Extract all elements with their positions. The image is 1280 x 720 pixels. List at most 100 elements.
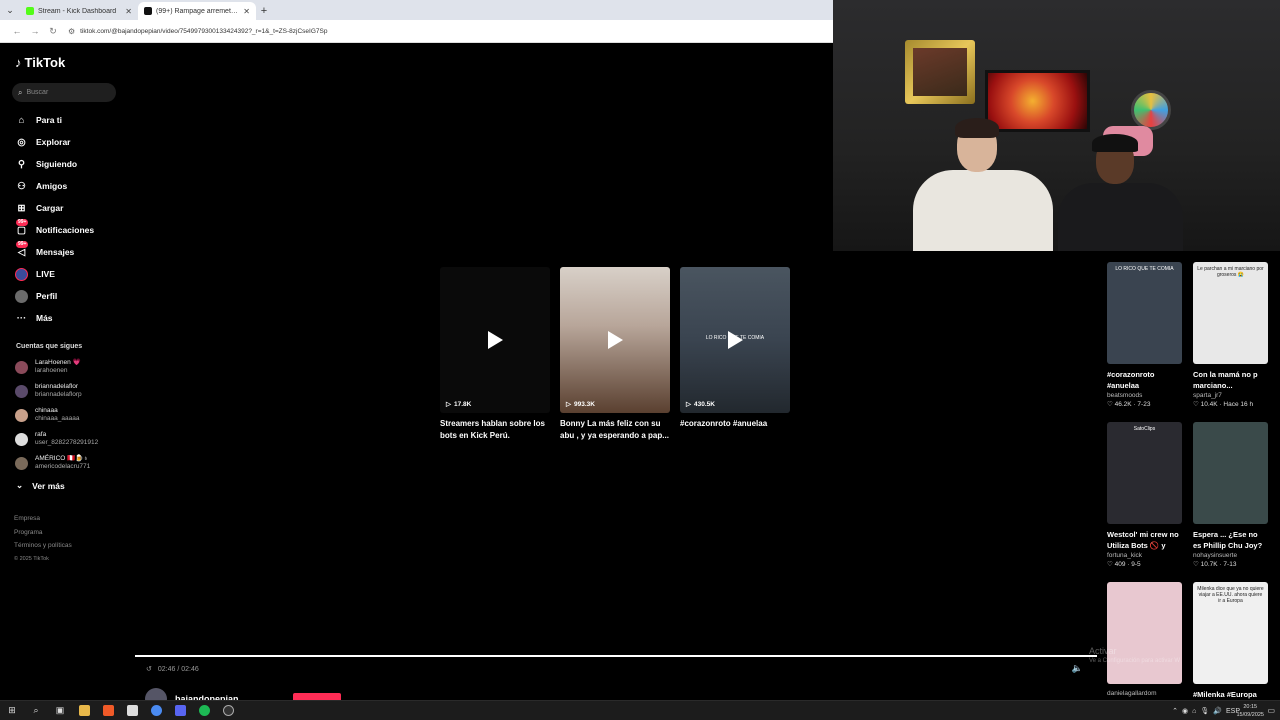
footer-link-programa[interactable]: Programa <box>14 526 72 540</box>
video-caption[interactable]: #corazonroto #anuelaa <box>680 418 790 442</box>
rec-title[interactable]: #corazonroto #anuelaa <box>1107 369 1182 391</box>
tab-kick-dashboard[interactable]: Stream - Kick Dashboard ✕ <box>20 2 138 20</box>
notifications-icon[interactable]: ▭ <box>1267 706 1275 715</box>
rec-stats: ♡ 10.4K · Hace 16 h <box>1193 400 1268 408</box>
suggested-video-card[interactable]: ▷ 993.3K Bonny La más feliz con su abu , y… <box>560 267 670 442</box>
nav-label: Mensajes <box>36 247 75 257</box>
taskbar-clock[interactable]: 20:15 15/09/2025 <box>1236 703 1264 719</box>
tab-tiktok[interactable]: (99+) Rampage arremete contra ✕ <box>138 2 256 20</box>
views-icon: ▷ <box>566 401 571 408</box>
clock-time: 20:15 <box>1243 704 1258 710</box>
suggested-video-card[interactable]: ▷ 17.8K Streamers hablan sobre los bots en… <box>440 267 550 442</box>
copyright: © 2025 TikTok <box>14 555 49 562</box>
video-progress-bar[interactable] <box>135 655 1097 657</box>
new-tab-button[interactable]: + <box>256 2 272 20</box>
tray-app-icon[interactable]: ◉ <box>1182 707 1188 715</box>
tray-volume-icon[interactable]: 🔊 <box>1213 707 1222 715</box>
recommended-video[interactable]: Espera ... ¿Ese no es Phillip Chu Joy? 😳… <box>1193 422 1268 568</box>
rec-thumbnail[interactable]: SatoClips <box>1107 422 1182 524</box>
nav-item-6[interactable]: ◁ 99+ Mensajes <box>15 240 94 263</box>
close-tab-icon[interactable]: ✕ <box>125 7 132 16</box>
rec-date: 9-5 <box>1131 561 1141 568</box>
video-caption[interactable]: Streamers hablan sobre los bots en Kick … <box>440 418 550 442</box>
rec-thumbnail[interactable] <box>1107 582 1182 684</box>
suggested-video-card[interactable]: LO RICO QUE TE COMIA ▷ 430.5K #corazonroto … <box>680 267 790 442</box>
search-icon[interactable]: ⌕ <box>24 701 48 720</box>
rec-author[interactable]: sparta_jr7 <box>1193 392 1268 399</box>
following-username: larahoenen <box>35 367 68 374</box>
recommended-video[interactable]: LO RICO QUE TE COMIA #corazonroto #anuela… <box>1107 262 1182 408</box>
rec-author[interactable]: fortuna_kick <box>1107 552 1182 559</box>
following-item[interactable]: briannadelaflor briannadelaflorp <box>15 379 98 403</box>
tray-mic-icon[interactable]: 🎙 <box>1200 707 1209 715</box>
windows-taskbar: ⊞ ⌕ ▣ ⌃ ◉ ⌂ 🎙 🔊 ESP 20:15 15/09/2025 ▭ <box>0 700 1280 720</box>
recommended-video[interactable]: Le parchan a mi marciano por groseros 😭 C… <box>1193 262 1268 408</box>
nav-item-9[interactable]: ··· Más <box>15 307 94 329</box>
rec-thumbnail[interactable]: Le parchan a mi marciano por groseros 😭 <box>1193 262 1268 364</box>
play-icon[interactable] <box>488 331 503 349</box>
reload-icon[interactable]: ↻ <box>44 26 62 37</box>
video-thumbnail[interactable]: ▷ 17.8K <box>440 267 550 413</box>
rec-title[interactable]: Westcol' mi crew no Utiliza Bots 🚫 y Mr.… <box>1107 529 1182 551</box>
tab-search-icon[interactable]: ⌄ <box>0 0 20 20</box>
brave-icon[interactable] <box>96 701 120 720</box>
video-thumbnail[interactable]: ▷ 993.3K <box>560 267 670 413</box>
nav-item-4[interactable]: ⊞ Cargar <box>15 197 94 219</box>
task-view-icon[interactable]: ▣ <box>48 701 72 720</box>
recommended-video[interactable]: SatoClips Westcol' mi crew no Utiliza Bot… <box>1107 422 1182 568</box>
play-icon[interactable] <box>728 331 743 349</box>
following-item[interactable]: rafa user_8282278291912 <box>15 427 98 451</box>
tray-chevron-icon[interactable]: ⌃ <box>1172 707 1178 715</box>
back-icon[interactable]: ← <box>8 26 26 36</box>
spotify-icon[interactable] <box>192 701 216 720</box>
nav-item-3[interactable]: ⚇ Amigos <box>15 175 94 197</box>
discord-icon[interactable] <box>168 701 192 720</box>
following-item[interactable]: LaraHoenen 💗 larahoenen <box>15 355 98 379</box>
rec-author[interactable]: beatsmoods <box>1107 392 1182 399</box>
see-more-button[interactable]: ⌄ Ver más <box>16 480 65 491</box>
following-item[interactable]: AMÉRICO 🇵🇪🍺♁ americodelacru771 <box>15 451 98 475</box>
rec-author[interactable]: nohaysinsuerte <box>1193 552 1268 559</box>
rec-thumbnail[interactable] <box>1193 422 1268 524</box>
video-caption[interactable]: Bonny La más feliz con su abu , y ya esp… <box>560 418 670 442</box>
rec-thumbnail[interactable]: Milenka dice que ya no quiere viajar a E… <box>1193 582 1268 684</box>
store-icon[interactable] <box>120 701 144 720</box>
following-username: user_8282278291912 <box>35 439 99 446</box>
recommended-video[interactable]: danielagallardom <box>1107 582 1182 697</box>
site-info-icon[interactable]: ⚙ <box>68 27 75 36</box>
obs-icon[interactable] <box>216 701 240 720</box>
progress-fill <box>135 655 1097 657</box>
recommended-video[interactable]: Milenka dice que ya no quiere viajar a E… <box>1193 582 1268 711</box>
nav-item-8[interactable]: Perfil <box>15 285 94 307</box>
nav-item-7[interactable]: LIVE <box>15 263 94 285</box>
volume-icon[interactable]: 🔈 <box>1072 663 1083 674</box>
following-item[interactable]: chinaaa chinaaa_aaaaa <box>15 403 98 427</box>
nav-label: Más <box>36 313 53 323</box>
streamer-left <box>883 118 1063 251</box>
tiktok-favicon-icon <box>144 7 152 15</box>
nav-item-1[interactable]: ◎ Explorar <box>15 131 94 153</box>
tray-network-icon[interactable]: ⌂ <box>1192 708 1196 715</box>
windows-activation-watermark: Activar Ve a Configuración para activar … <box>1089 646 1180 666</box>
play-icon[interactable] <box>608 331 623 349</box>
rec-title[interactable]: Espera ... ¿Ese no es Phillip Chu Joy? 😳… <box>1193 529 1268 551</box>
close-tab-icon[interactable]: ✕ <box>243 7 250 16</box>
file-explorer-icon[interactable] <box>72 701 96 720</box>
video-thumbnail[interactable]: LO RICO QUE TE COMIA ▷ 430.5K <box>680 267 790 413</box>
footer-link-empresa[interactable]: Empresa <box>14 512 72 526</box>
chrome-icon[interactable] <box>144 701 168 720</box>
start-icon[interactable]: ⊞ <box>0 701 24 720</box>
rec-thumbnail[interactable]: LO RICO QUE TE COMIA <box>1107 262 1182 364</box>
url-field[interactable]: ⚙ tiktok.com/@bajandopepian/video/754997… <box>68 27 327 36</box>
nav-item-5[interactable]: ▢ 99+ Notificaciones <box>15 218 94 241</box>
forward-icon[interactable]: → <box>26 26 44 36</box>
nav-item-2[interactable]: ⚲ Siguiendo <box>15 153 94 175</box>
nav-item-0[interactable]: ⌂ Para ti <box>15 109 94 131</box>
tiktok-sidebar: ♪ TikTok ⌕ Buscar ⌂ Para ti ◎ Explorar ⚲ Sigu… <box>0 43 128 683</box>
search-input[interactable]: ⌕ Buscar <box>12 83 116 102</box>
footer-link-terms[interactable]: Términos y políticas <box>14 539 72 553</box>
rec-title[interactable]: Con la mamá no p marciano... <box>1193 369 1268 391</box>
tiktok-logo[interactable]: ♪ TikTok <box>15 55 65 70</box>
replay-icon[interactable]: ↺ <box>146 665 152 673</box>
rec-author[interactable]: danielagallardom <box>1107 690 1182 697</box>
